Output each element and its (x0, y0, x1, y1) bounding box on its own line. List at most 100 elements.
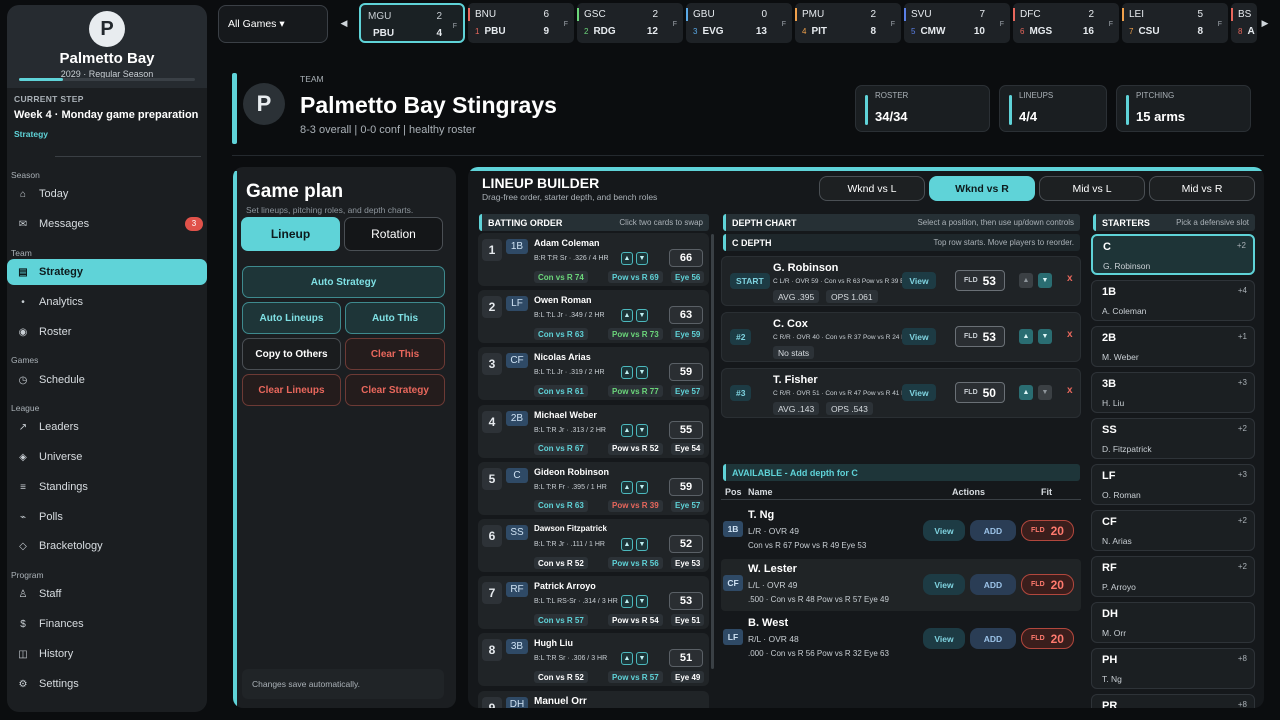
sidebar-item-analytics[interactable]: • Analytics (7, 289, 207, 315)
batting-slot-card[interactable]: 4 2B Michael Weber B:L T:R Jr · .313 / 2 HR… (478, 404, 709, 458)
add-button[interactable]: ADD (970, 520, 1016, 541)
sidebar-item-settings[interactable]: ⚙ Settings (7, 671, 207, 697)
scoreboard-next-arrow-icon[interactable]: ▶ (1257, 10, 1273, 36)
starter-slot[interactable]: LF O. Roman +3 (1091, 464, 1255, 505)
move-up-icon[interactable]: ▲ (621, 309, 633, 323)
depth-card[interactable]: #3 T. Fisher C R/R · OVR 51 · Con vs R 47 … (721, 368, 1081, 418)
depth-card[interactable]: #2 C. Cox C R/R · OVR 40 · Con vs R 37 Pow… (721, 312, 1081, 362)
split-tab-wknd-vs-l[interactable]: Wknd vs L (819, 176, 925, 201)
move-down-icon[interactable]: ▼ (1038, 385, 1052, 400)
view-button[interactable]: View (923, 574, 965, 595)
move-down-icon[interactable]: ▼ (636, 309, 648, 323)
move-up-icon[interactable]: ▲ (1019, 329, 1033, 344)
scoreboard-game[interactable]: LEI 5 7 CSU 8 F (1122, 3, 1228, 43)
view-button[interactable]: View (923, 628, 965, 649)
move-up-icon[interactable]: ▲ (621, 480, 633, 494)
batting-slot-card[interactable]: 7 RF Patrick Arroyo B:L T:L RS-Sr · .314 / … (478, 576, 709, 630)
move-up-icon[interactable]: ▲ (1019, 273, 1033, 288)
move-up-icon[interactable]: ▲ (621, 366, 633, 380)
split-tab-wknd-vs-r[interactable]: Wknd vs R (929, 176, 1035, 201)
auto-this-button[interactable]: Auto This (345, 302, 445, 334)
scoreboard-game[interactable]: PMU 2 4 PIT 8 F (795, 3, 901, 43)
auto-lineups-button[interactable]: Auto Lineups (242, 302, 341, 334)
scoreboard-game[interactable]: DFC 2 6 MGS 16 F (1013, 3, 1119, 43)
move-down-icon[interactable]: ▼ (636, 595, 648, 609)
batting-slot-card[interactable]: 5 C Gideon Robinson B:L T:R Fr · .395 / 1 H… (478, 461, 709, 515)
move-up-icon[interactable]: ▲ (1019, 385, 1033, 400)
starter-slot[interactable]: PR +8 (1091, 694, 1255, 708)
view-button[interactable]: View (923, 520, 965, 541)
sidebar-item-standings[interactable]: ≡ Standings (7, 474, 207, 500)
games-filter-dropdown[interactable]: All Games ▾ (218, 5, 328, 43)
batting-slot-card[interactable]: 9 DH Manuel Orr (478, 690, 709, 708)
move-up-icon[interactable]: ▲ (621, 423, 633, 437)
move-down-icon[interactable]: ▼ (636, 480, 648, 494)
remove-icon[interactable]: x (1067, 329, 1073, 340)
sidebar-item-polls[interactable]: ⌁ Polls (7, 504, 207, 530)
move-up-icon[interactable]: ▲ (621, 538, 633, 551)
batting-slot-card[interactable]: 8 3B Hugh Liu B:L T:R Sr · .306 / 3 HR ▲ ▼ 51 C… (478, 633, 709, 687)
move-down-icon[interactable]: ▼ (636, 366, 648, 380)
move-down-icon[interactable]: ▼ (636, 538, 648, 551)
move-up-icon[interactable]: ▲ (621, 252, 633, 265)
split-tab-mid-vs-r[interactable]: Mid vs R (1149, 176, 1255, 201)
starter-slot[interactable]: PH T. Ng +8 (1091, 648, 1255, 689)
clear-strategy-button[interactable]: Clear Strategy (345, 374, 445, 406)
remove-icon[interactable]: x (1067, 385, 1073, 396)
current-step-sub[interactable]: Strategy (14, 129, 48, 139)
scoreboard-game[interactable]: GBU 0 3 EVG 13 F (686, 3, 792, 43)
starter-slot[interactable]: 1B A. Coleman +4 (1091, 280, 1255, 321)
batting-slot-card[interactable]: 6 SS Dawson Fitzpatrick B:L T:R Jr · .111 /… (478, 519, 709, 572)
add-button[interactable]: ADD (970, 628, 1016, 649)
starter-slot[interactable]: RF P. Arroyo +2 (1091, 556, 1255, 597)
starter-slot[interactable]: 3B H. Liu +3 (1091, 372, 1255, 413)
sidebar-item-staff[interactable]: ♙ Staff (7, 581, 207, 607)
sidebar-item-finances[interactable]: $ Finances (7, 611, 207, 637)
scoreboard-game[interactable]: SVU 7 5 CMW 10 F (904, 3, 1010, 43)
sidebar-item-leaders[interactable]: ↗ Leaders (7, 414, 207, 440)
available-player-row[interactable]: CF W. Lester L/L · OVR 49 .500 · Con vs R 4… (721, 559, 1081, 611)
scoreboard-game[interactable]: GSC 2 2 RDG 12 F (577, 3, 683, 43)
scoreboard-game[interactable]: BNU 6 1 PBU 9 F (468, 3, 574, 43)
sidebar-item-roster[interactable]: ◉ Roster (7, 319, 207, 345)
sidebar-item-schedule[interactable]: ◷ Schedule (7, 367, 207, 393)
split-tab-mid-vs-l[interactable]: Mid vs L (1039, 176, 1145, 201)
move-down-icon[interactable]: ▼ (636, 252, 648, 265)
sidebar-item-bracketology[interactable]: ◇ Bracketology (7, 533, 207, 559)
move-down-icon[interactable]: ▼ (636, 652, 648, 666)
starter-slot[interactable]: SS D. Fitzpatrick +2 (1091, 418, 1255, 459)
move-down-icon[interactable]: ▼ (636, 423, 648, 437)
available-player-row[interactable]: LF B. West R/L · OVR 48 .000 · Con vs R 56 … (721, 613, 1081, 665)
move-down-icon[interactable]: ▼ (1038, 273, 1052, 288)
clear-lineups-button[interactable]: Clear Lineups (242, 374, 341, 406)
tab-lineup[interactable]: Lineup (241, 217, 340, 251)
batting-slot-card[interactable]: 1 1B Adam Coleman B:R T:R Sr · .326 / 4 HR ▲… (478, 233, 709, 286)
sidebar-item-messages[interactable]: ✉ Messages 3 (7, 211, 207, 237)
available-player-row[interactable]: 1B T. Ng L/R · OVR 49 Con vs R 67 Pow vs R … (721, 505, 1081, 557)
starter-slot[interactable]: 2B M. Weber +1 (1091, 326, 1255, 367)
scoreboard-prev-arrow-icon[interactable]: ◀ (336, 10, 352, 36)
scoreboard-game[interactable]: BS 8 A (1231, 3, 1257, 43)
starter-slot[interactable]: CF N. Arias +2 (1091, 510, 1255, 551)
clear-this-button[interactable]: Clear This (345, 338, 445, 370)
starter-slot[interactable]: C G. Robinson +2 (1091, 234, 1255, 275)
copy-to-others-button[interactable]: Copy to Others (242, 338, 341, 370)
batting-scrollbar[interactable] (711, 234, 714, 669)
sidebar-item-strategy[interactable]: ▤ Strategy (7, 259, 207, 285)
add-button[interactable]: ADD (970, 574, 1016, 595)
depth-card[interactable]: START G. Robinson C L/R · OVR 59 · Con vs … (721, 256, 1081, 306)
auto-strategy-button[interactable]: Auto Strategy (242, 266, 445, 298)
sidebar-item-universe[interactable]: ◈ Universe (7, 444, 207, 470)
batting-slot-card[interactable]: 3 CF Nicolas Arias B:L T:L Jr · .319 / 2 HR… (478, 347, 709, 401)
remove-icon[interactable]: x (1067, 273, 1073, 284)
move-down-icon[interactable]: ▼ (1038, 329, 1052, 344)
move-up-icon[interactable]: ▲ (621, 595, 633, 609)
sidebar-item-history[interactable]: ◫ History (7, 641, 207, 667)
starter-slot[interactable]: DH M. Orr (1091, 602, 1255, 643)
scoreboard-game[interactable]: MGU 2 PBU 4 F (359, 3, 465, 43)
view-button[interactable]: View (902, 272, 936, 289)
batting-slot-card[interactable]: 2 LF Owen Roman B:L T:L Jr · .349 / 2 HR ▲ ▼ 6… (478, 290, 709, 344)
move-up-icon[interactable]: ▲ (621, 652, 633, 666)
view-button[interactable]: View (902, 328, 936, 345)
sidebar-item-today[interactable]: ⌂ Today (7, 181, 207, 207)
